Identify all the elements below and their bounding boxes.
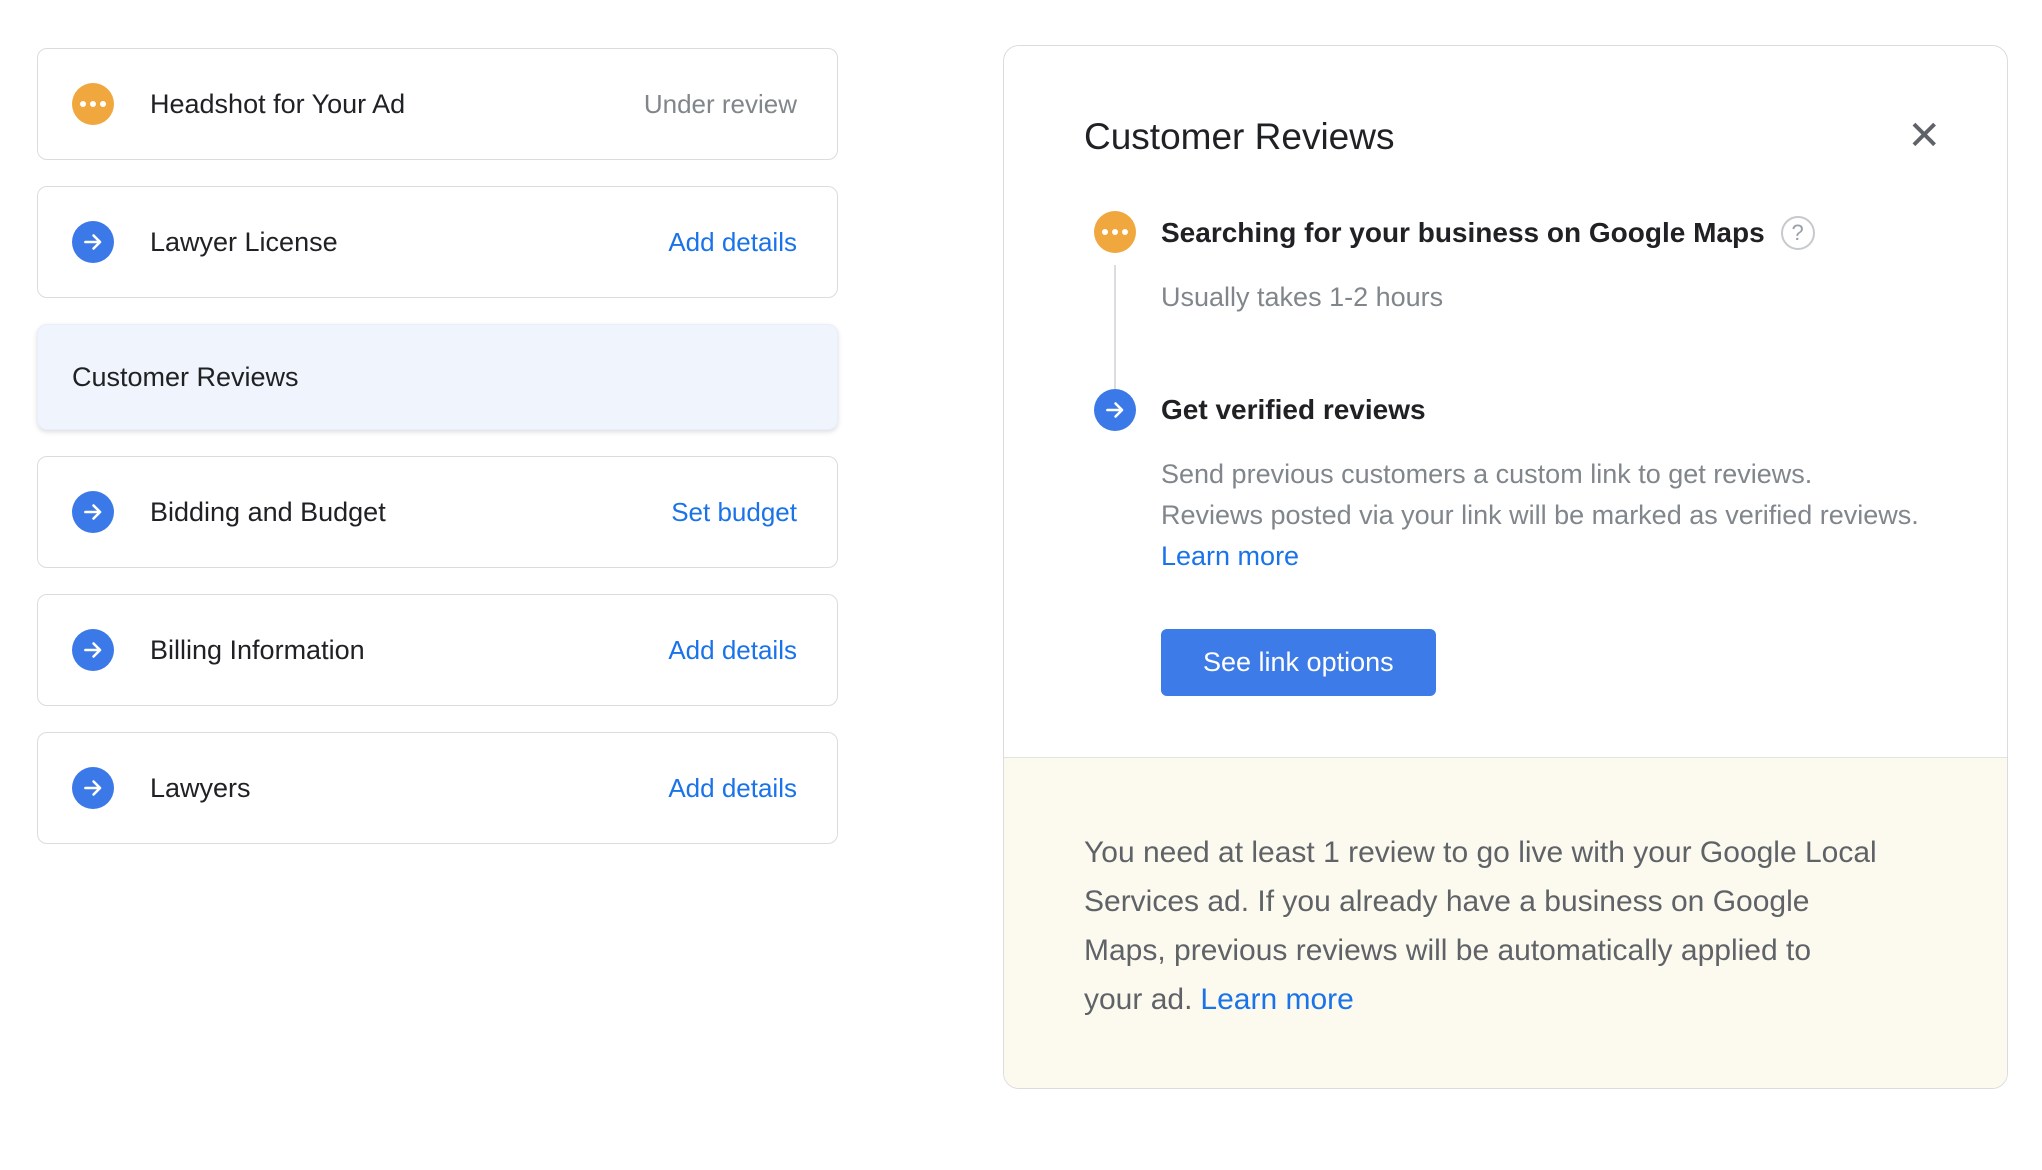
description-line: Reviews posted via your link will be mar… [1161, 495, 1927, 536]
note-line: You need at least 1 review to go live wi… [1084, 828, 1927, 877]
checklist-item-billing-information[interactable]: Billing Information Add details [37, 594, 838, 706]
help-icon[interactable]: ? [1781, 216, 1815, 250]
checklist-item-headshot[interactable]: Headshot for Your Ad Under review [37, 48, 838, 160]
step-title: Get verified reviews [1161, 394, 1927, 426]
step-title-text: Searching for your business on Google Ma… [1161, 217, 1765, 249]
step-note: Usually takes 1-2 hours [1161, 282, 1927, 313]
setup-checklist: Headshot for Your Ad Under review Lawyer… [37, 48, 838, 844]
checklist-item-label: Lawyer License [150, 227, 668, 258]
note-line-text: your ad. [1084, 983, 1192, 1016]
pending-icon [72, 83, 114, 125]
step-title-text: Get verified reviews [1161, 394, 1426, 426]
checklist-item-label: Lawyers [150, 773, 668, 804]
close-icon[interactable]: ✕ [1903, 112, 1945, 160]
checklist-item-bidding-budget[interactable]: Bidding and Budget Set budget [37, 456, 838, 568]
checklist-item-lawyers[interactable]: Lawyers Add details [37, 732, 838, 844]
description-line: Send previous customers a custom link to… [1161, 454, 1927, 495]
checklist-item-lawyer-license[interactable]: Lawyer License Add details [37, 186, 838, 298]
checklist-item-customer-reviews-selected[interactable]: Customer Reviews [37, 324, 838, 430]
step-description: Send previous customers a custom link to… [1161, 454, 1927, 577]
status-badge: Under review [644, 89, 797, 120]
note-line-last: your ad.Learn more [1084, 975, 1927, 1024]
checklist-item-label: Customer Reviews [72, 362, 797, 393]
learn-more-link[interactable]: Learn more [1200, 983, 1353, 1016]
step-title: Searching for your business on Google Ma… [1161, 216, 1927, 250]
checklist-item-label: Billing Information [150, 635, 668, 666]
step-get-verified-reviews: Get verified reviews Send previous custo… [1084, 389, 1927, 696]
step-connector-line [1114, 265, 1116, 389]
learn-more-link[interactable]: Learn more [1161, 541, 1299, 571]
arrow-icon [1094, 389, 1136, 431]
checklist-item-label: Headshot for Your Ad [150, 89, 644, 120]
panel-main: Customer Reviews ✕ Searching for your bu… [1004, 46, 2007, 757]
add-details-link[interactable]: Add details [668, 635, 797, 666]
step-icon-column [1094, 211, 1136, 389]
arrow-icon [72, 491, 114, 533]
review-requirement-note: You need at least 1 review to go live wi… [1004, 757, 2007, 1088]
see-link-options-button[interactable]: See link options [1161, 629, 1436, 696]
step-icon-column [1094, 389, 1136, 696]
add-details-link[interactable]: Add details [668, 773, 797, 804]
note-line: Maps, previous reviews will be automatic… [1084, 926, 1927, 975]
customer-reviews-panel: Customer Reviews ✕ Searching for your bu… [1003, 45, 2008, 1089]
checklist-item-label: Bidding and Budget [150, 497, 671, 528]
step-searching-maps: Searching for your business on Google Ma… [1084, 211, 1927, 389]
add-details-link[interactable]: Add details [668, 227, 797, 258]
arrow-icon [72, 629, 114, 671]
arrow-icon [72, 767, 114, 809]
pending-icon [1094, 211, 1136, 253]
arrow-icon [72, 221, 114, 263]
page-title: Customer Reviews [1084, 116, 1927, 158]
set-budget-link[interactable]: Set budget [671, 497, 797, 528]
note-line: Services ad. If you already have a busin… [1084, 877, 1927, 926]
